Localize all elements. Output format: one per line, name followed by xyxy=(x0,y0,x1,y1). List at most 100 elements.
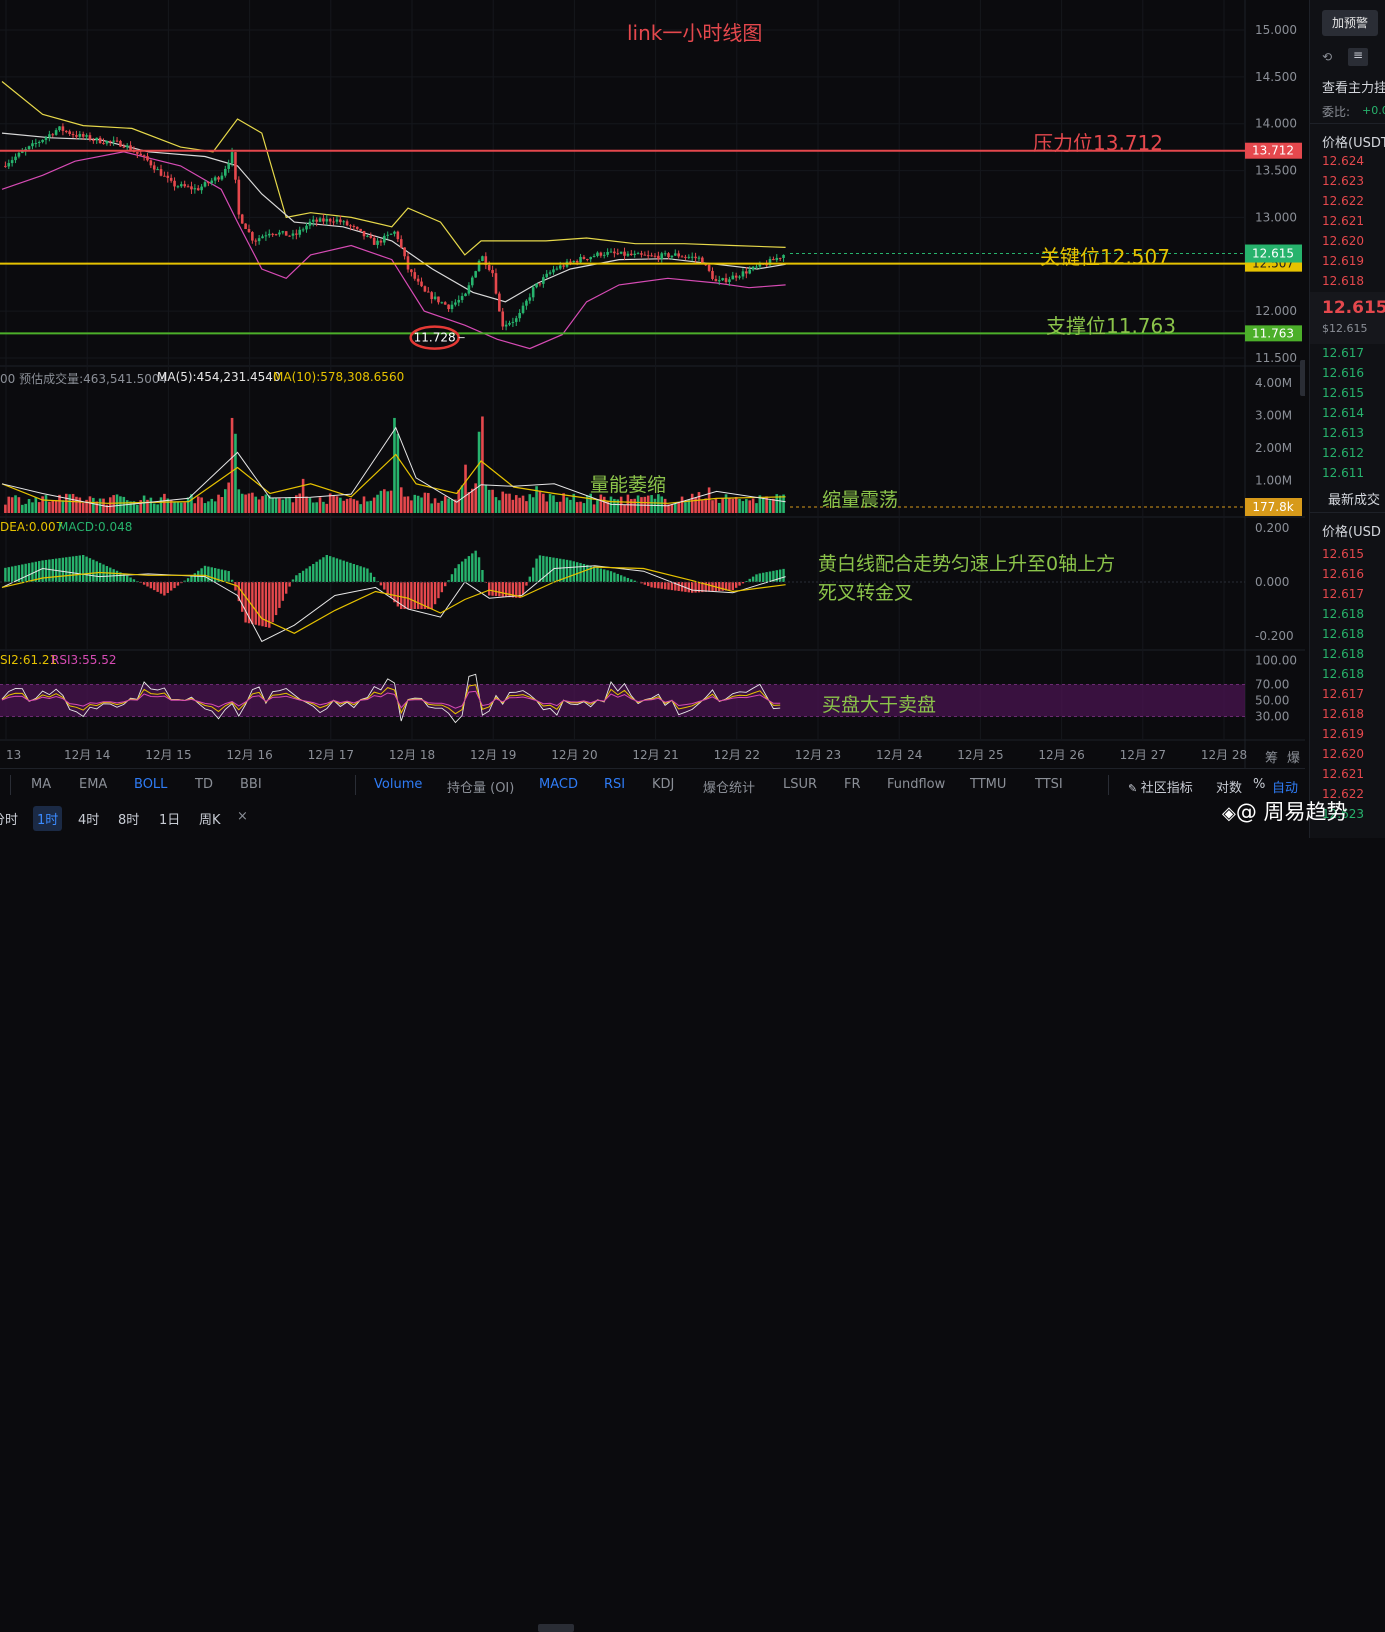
indicator-liquidation[interactable]: 爆仓统计 xyxy=(703,777,755,796)
macd-histogram-bar xyxy=(660,582,663,589)
bid-price[interactable]: 12.617 xyxy=(1322,346,1364,360)
log-scale-button[interactable]: 对数 xyxy=(1216,777,1242,796)
ask-price[interactable]: 12.624 xyxy=(1322,154,1364,168)
macd-histogram-bar xyxy=(525,582,528,586)
bid-price[interactable]: 12.615 xyxy=(1322,386,1364,400)
chart-area[interactable]: 13 12月 14 12月 15 12月 16 12月 17 12月 18 12月 19 12… xyxy=(0,0,1305,768)
indicator-ttmu[interactable]: TTMU xyxy=(970,777,1006,792)
timeframe-week[interactable]: 周K xyxy=(195,806,225,831)
layout-icon[interactable]: ≡ xyxy=(1348,48,1368,66)
trade-price[interactable]: 12.621 xyxy=(1322,767,1364,781)
indicator-ttsi[interactable]: TTSI xyxy=(1035,777,1063,792)
candle-body xyxy=(437,296,440,303)
depth-icon[interactable]: ⟲ xyxy=(1322,50,1332,64)
bid-price[interactable]: 12.614 xyxy=(1322,406,1364,420)
add-alert-button[interactable]: 加预警 xyxy=(1322,10,1378,36)
indicator-oi[interactable]: 持仓量 (OI) xyxy=(447,777,514,796)
trade-price[interactable]: 12.616 xyxy=(1322,567,1364,581)
volume-bar xyxy=(136,504,139,513)
indicator-bbi[interactable]: BBI xyxy=(240,777,262,792)
panel-resize-handle[interactable] xyxy=(538,1624,574,1632)
volume-bar xyxy=(680,496,684,513)
bid-price[interactable]: 12.616 xyxy=(1322,366,1364,380)
bid-price[interactable]: 12.611 xyxy=(1322,466,1364,480)
macd-histogram-bar xyxy=(92,559,95,582)
close-icon[interactable]: × xyxy=(233,806,252,827)
liquidation-icon[interactable]: 爆 xyxy=(1287,747,1300,766)
volume-bar xyxy=(531,497,535,513)
candle-body xyxy=(410,269,413,273)
indicator-ema[interactable]: EMA xyxy=(79,777,107,792)
timeframe-4h[interactable]: 4时 xyxy=(74,806,103,831)
ask-price[interactable]: 12.618 xyxy=(1322,274,1364,288)
candle-body xyxy=(420,281,423,287)
trade-price[interactable]: 12.618 xyxy=(1322,647,1364,661)
indicator-rsi[interactable]: RSI xyxy=(604,777,625,792)
candle-body xyxy=(291,233,295,236)
candle-body xyxy=(207,182,210,184)
macd-histogram-bar xyxy=(31,562,34,582)
indicator-kdj[interactable]: KDJ xyxy=(652,777,674,792)
candle-body xyxy=(92,139,95,141)
community-indicator-button[interactable]: ✎ 社区指标 xyxy=(1128,777,1193,796)
chip-icon[interactable]: 筹 xyxy=(1265,747,1278,766)
ask-price[interactable]: 12.621 xyxy=(1322,214,1364,228)
indicator-fr[interactable]: FR xyxy=(844,777,861,792)
trade-price[interactable]: 12.619 xyxy=(1322,727,1364,741)
price-tick-label: 14.000 xyxy=(1255,117,1297,131)
auto-scale-button[interactable]: 自动 xyxy=(1272,777,1298,796)
bid-price[interactable]: 12.612 xyxy=(1322,446,1364,460)
ask-price[interactable]: 12.619 xyxy=(1322,254,1364,268)
macd-histogram-bar xyxy=(694,582,697,593)
ask-price[interactable]: 12.622 xyxy=(1322,194,1364,208)
separator xyxy=(10,775,11,795)
trade-price[interactable]: 12.618 xyxy=(1322,667,1364,681)
volume-bar xyxy=(491,489,494,513)
indicator-ma[interactable]: MA xyxy=(31,777,51,792)
candle-body xyxy=(383,235,386,243)
macd-histogram-bar xyxy=(494,582,498,597)
ask-price[interactable]: 12.623 xyxy=(1322,174,1364,188)
trade-price[interactable]: 12.618 xyxy=(1322,627,1364,641)
candle-body xyxy=(501,311,505,327)
indicator-boll[interactable]: BOLL xyxy=(134,777,167,792)
volume-bar xyxy=(44,495,48,513)
chart-svg[interactable]: 13 12月 14 12月 15 12月 16 12月 17 12月 18 12月 19 12… xyxy=(0,0,1305,768)
candle-body xyxy=(261,236,264,239)
timeframe-8h[interactable]: 8时 xyxy=(114,806,143,831)
candle-body xyxy=(690,256,694,258)
timeframe-timeshare[interactable]: 分时 xyxy=(0,806,22,831)
candle-body xyxy=(403,247,406,257)
indicator-fundflow[interactable]: Fundflow xyxy=(887,777,945,792)
timeframe-1h[interactable]: 1时 xyxy=(33,806,63,831)
trade-price[interactable]: 12.617 xyxy=(1322,587,1364,601)
trade-price[interactable]: 12.617 xyxy=(1322,687,1364,701)
trade-price[interactable]: 12.620 xyxy=(1322,747,1364,761)
volume-bar xyxy=(251,492,254,513)
percent-scale-button[interactable]: % xyxy=(1253,777,1265,792)
ask-price[interactable]: 12.620 xyxy=(1322,234,1364,248)
candle-body xyxy=(125,145,129,148)
trade-price[interactable]: 12.618 xyxy=(1322,707,1364,721)
indicator-lsur[interactable]: LSUR xyxy=(783,777,817,792)
volume-bar xyxy=(423,492,427,513)
candle-body xyxy=(579,256,582,263)
volume-bar xyxy=(7,496,11,513)
candle-body xyxy=(271,233,274,235)
macd-histogram-bar xyxy=(667,582,670,590)
view-main-force-link[interactable]: 查看主力挂 xyxy=(1322,77,1385,96)
trade-price[interactable]: 12.618 xyxy=(1322,607,1364,621)
volume-bar xyxy=(51,500,55,513)
timeframe-1d[interactable]: 1日 xyxy=(155,806,184,831)
candle-body xyxy=(196,188,200,191)
macd-histogram-bar xyxy=(751,576,755,582)
trade-price[interactable]: 12.615 xyxy=(1322,547,1364,561)
x-tick-label: 12月 16 xyxy=(226,748,272,762)
indicator-volume[interactable]: Volume xyxy=(374,777,422,792)
indicator-macd[interactable]: MACD xyxy=(539,777,578,792)
bid-price[interactable]: 12.613 xyxy=(1322,426,1364,440)
volume-bar xyxy=(481,416,484,513)
indicator-td[interactable]: TD xyxy=(195,777,213,792)
x-tick-label: 12月 21 xyxy=(632,748,678,762)
volume-bar xyxy=(477,431,481,513)
